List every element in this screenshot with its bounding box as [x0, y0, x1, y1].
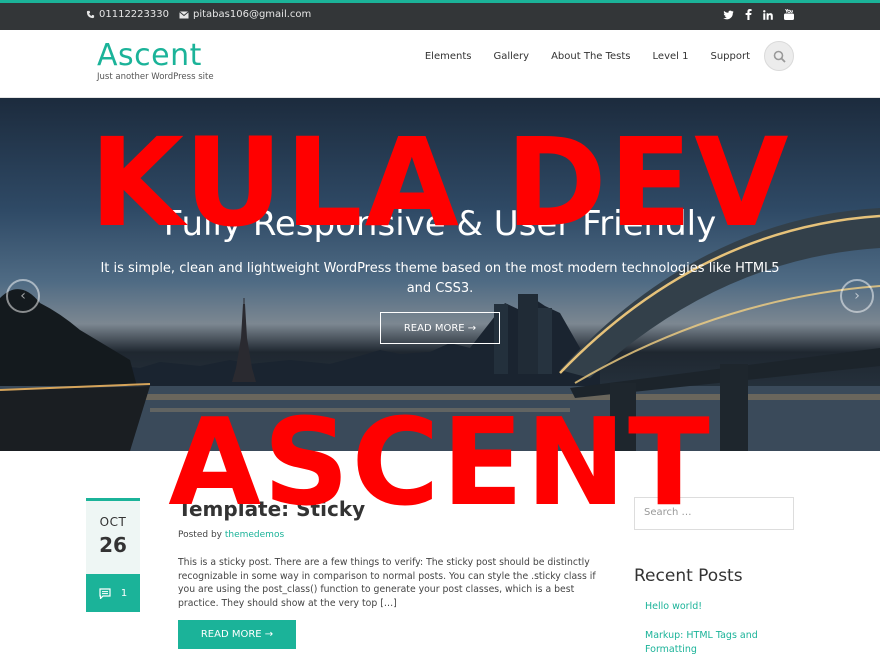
- recent-post-link[interactable]: Hello world!: [634, 600, 794, 614]
- nav-item-gallery[interactable]: Gallery: [493, 51, 529, 62]
- chevron-left-icon: ‹: [20, 288, 26, 304]
- contact-info: 01112223330 pitabas106@gmail.com: [86, 9, 311, 20]
- recent-post-link[interactable]: Markup: HTML Tags and Formatting: [634, 629, 794, 657]
- email-contact: pitabas106@gmail.com: [179, 9, 311, 20]
- nav-item-elements[interactable]: Elements: [425, 51, 472, 62]
- comment-icon: [99, 587, 111, 599]
- watermark-line-2: ASCENT: [168, 394, 712, 533]
- phone-contact: 01112223330: [86, 9, 169, 20]
- youtube-icon[interactable]: [784, 9, 794, 20]
- slider-next-button[interactable]: ›: [840, 279, 874, 313]
- recent-posts-heading: Recent Posts: [634, 566, 743, 586]
- nav-item-support[interactable]: Support: [710, 51, 750, 62]
- search-icon: [773, 50, 786, 63]
- site-logo[interactable]: Ascent Just another WordPress site: [97, 40, 214, 83]
- slider-prev-button[interactable]: ‹: [6, 279, 40, 313]
- post-comments-link[interactable]: 1: [86, 574, 140, 612]
- phone-number[interactable]: 01112223330: [99, 9, 169, 20]
- hero-description: It is simple, clean and lightweight Word…: [100, 261, 780, 296]
- post-comments-count: 1: [120, 587, 128, 599]
- watermark-line-1: KULA DEV: [89, 112, 791, 254]
- header-search-button[interactable]: [764, 41, 794, 71]
- envelope-icon: [179, 10, 189, 18]
- social-links: [723, 9, 794, 20]
- site-header: Ascent Just another WordPress site Eleme…: [0, 30, 880, 98]
- site-tagline: Just another WordPress site: [97, 72, 214, 82]
- phone-icon: [86, 10, 95, 19]
- top-bar: 01112223330 pitabas106@gmail.com: [0, 0, 880, 30]
- hero-read-more-button[interactable]: READ MORE →: [380, 312, 500, 344]
- chevron-right-icon: ›: [854, 288, 860, 304]
- email-address[interactable]: pitabas106@gmail.com: [193, 9, 311, 20]
- main-nav: Elements Gallery About The Tests Level 1…: [425, 51, 750, 62]
- page: 01112223330 pitabas106@gmail.com Ascent …: [0, 0, 880, 660]
- post-date-day: 26: [99, 533, 127, 557]
- nav-item-about-the-tests[interactable]: About The Tests: [551, 51, 630, 62]
- post-read-more-button[interactable]: READ MORE →: [178, 620, 296, 649]
- linkedin-icon[interactable]: [763, 9, 773, 20]
- post-excerpt: This is a sticky post. There are a few t…: [178, 557, 596, 609]
- site-title[interactable]: Ascent: [97, 40, 214, 72]
- nav-item-level-1[interactable]: Level 1: [653, 51, 689, 62]
- facebook-icon[interactable]: [745, 9, 752, 20]
- twitter-icon[interactable]: [723, 10, 734, 20]
- recent-posts-list: Hello world! Markup: HTML Tags and Forma…: [634, 600, 794, 657]
